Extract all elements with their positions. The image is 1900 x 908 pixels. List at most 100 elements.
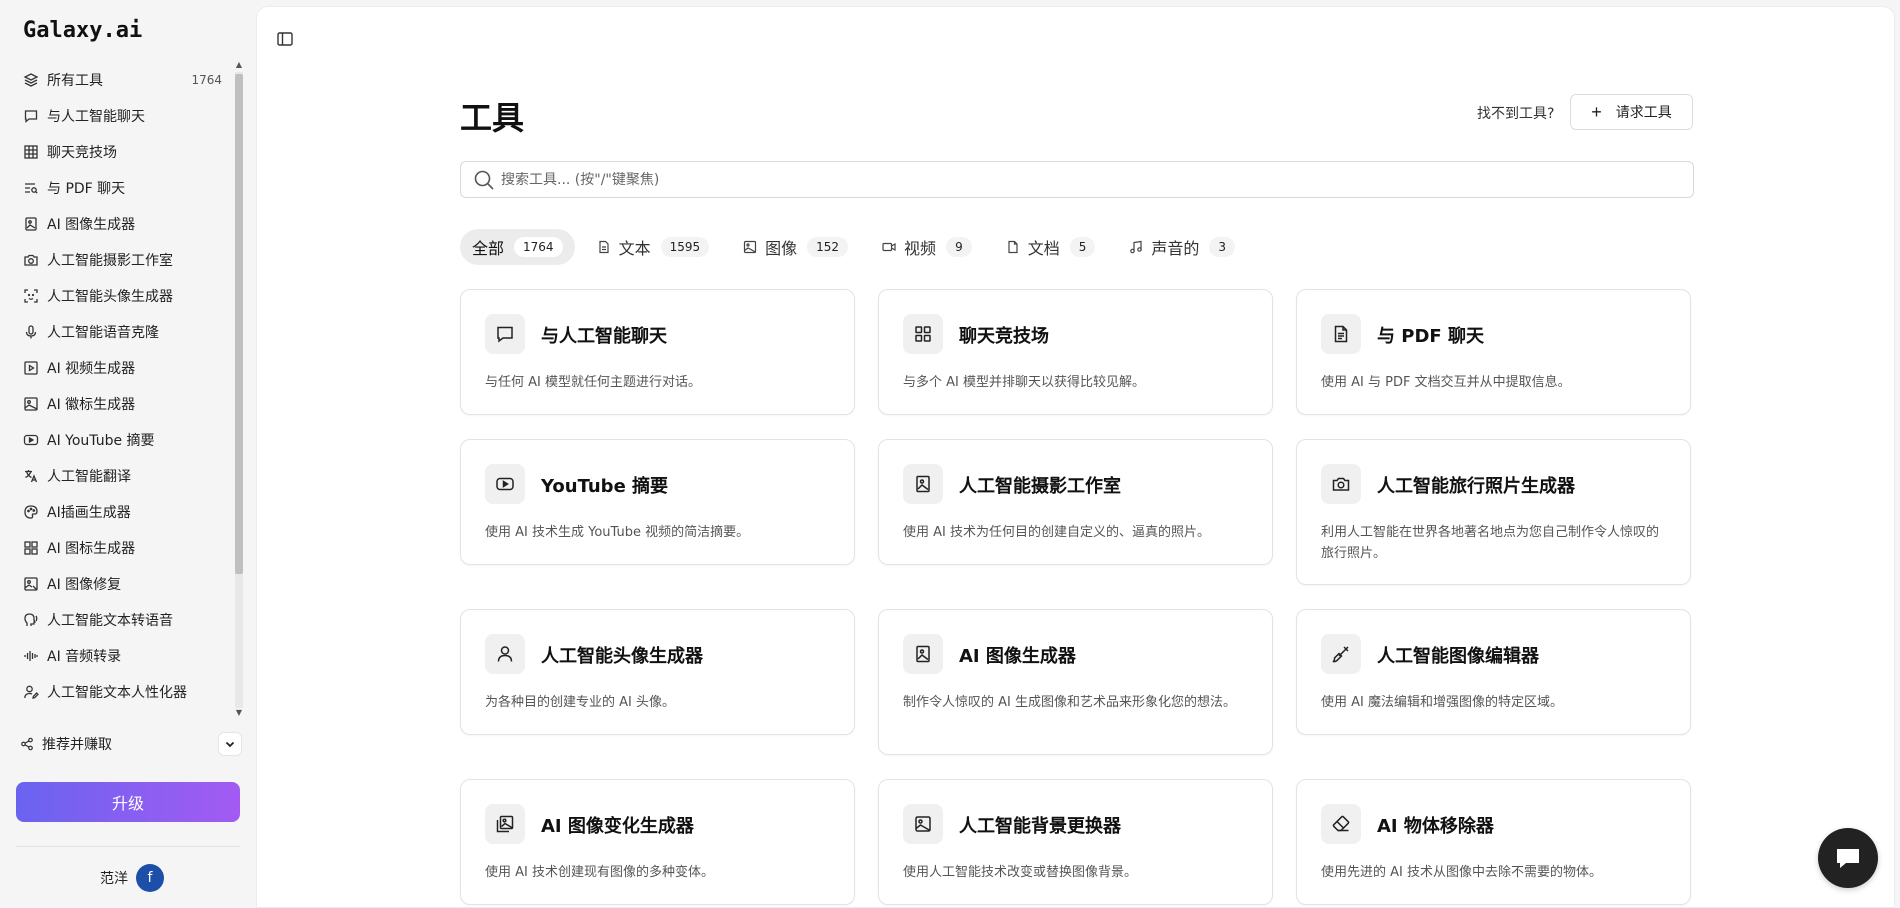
youtube-icon [23, 434, 39, 446]
image-repair-icon [24, 577, 38, 591]
sidebar-toggle-icon[interactable] [275, 29, 295, 49]
document-icon [598, 240, 609, 254]
palette-icon [24, 505, 38, 519]
image-icon [744, 240, 757, 254]
tool-card-background-changer[interactable]: 人工智能背景更换器 使用人工智能技术改变或替换图像背景。 [878, 779, 1273, 905]
sidebar-item-audio-transcribe[interactable]: AI 音频转录 [15, 638, 230, 674]
tab-all[interactable]: 全部 1764 [460, 229, 575, 265]
sidebar-nav: 所有工具 1764 与人工智能聊天 聊天竞技场 与 PDF 聊天 AI 图像生成… [15, 62, 230, 716]
search-bar[interactable] [460, 161, 1694, 198]
tab-count: 3 [1209, 237, 1236, 257]
referral-label: 推荐并赚取 [42, 737, 112, 753]
card-icon [1321, 314, 1361, 354]
tool-card-headshot[interactable]: 人工智能头像生成器 为各种目的创建专业的 AI 头像。 [460, 609, 855, 735]
sidebar-item-icon-generator[interactable]: AI 图标生成器 [15, 530, 230, 566]
avatar[interactable]: f [136, 864, 164, 892]
sidebar-item-translate[interactable]: 人工智能翻译 [15, 458, 230, 494]
tool-card-ai-chat[interactable]: 与人工智能聊天 与任何 AI 模型就任何主题进行对话。 [460, 289, 855, 415]
card-description: 利用人工智能在世界各地著名地点为您自己制作令人惊叹的旅行照片。 [1321, 525, 1660, 561]
translate-icon [25, 470, 38, 483]
card-description: 使用先进的 AI 技术从图像中去除不需要的物体。 [1321, 865, 1602, 880]
sidebar-item-image-generator[interactable]: AI 图像生成器 [15, 206, 230, 242]
chevron-down-icon [225, 741, 235, 748]
scroll-down-icon[interactable]: ▼ [235, 708, 243, 718]
sidebar-item-video-generator[interactable]: AI 视频生成器 [15, 350, 230, 386]
sidebar-item-pdf-chat[interactable]: 与 PDF 聊天 [15, 170, 230, 206]
plus-icon: + [1591, 102, 1602, 122]
tool-card-pdf-chat[interactable]: 与 PDF 聊天 使用 AI 与 PDF 文档交互并从中提取信息。 [1296, 289, 1691, 415]
sidebar-item-image-repair[interactable]: AI 图像修复 [15, 566, 230, 602]
sidebar-item-label: 人工智能语音克隆 [47, 325, 159, 341]
sidebar-item-text-to-speech[interactable]: 人工智能文本转语音 [15, 602, 230, 638]
card-icon [485, 634, 525, 674]
card-title: AI 图像变化生成器 [541, 816, 694, 837]
card-icon [903, 634, 943, 674]
tab-document[interactable]: 文档 5 [993, 229, 1108, 265]
card-title: 人工智能摄影工作室 [959, 476, 1121, 497]
tab-label: 文本 [618, 239, 651, 258]
sidebar-item-all-tools[interactable]: 所有工具 1764 [15, 62, 230, 98]
request-tool-button[interactable]: + 请求工具 [1570, 94, 1693, 130]
sidebar-item-label: AI 音频转录 [47, 649, 122, 665]
card-title: AI 图像生成器 [959, 646, 1076, 667]
user-profile[interactable]: 范洋 f [100, 864, 164, 892]
card-description: 制作令人惊叹的 AI 生成图像和艺术品来形象化您的想法。 [903, 695, 1236, 710]
layers-icon [23, 73, 39, 87]
tab-video[interactable]: 视频 9 [870, 229, 984, 265]
scroll-thumb[interactable] [235, 74, 243, 574]
camera-icon [24, 254, 38, 266]
eraser-icon [1332, 815, 1350, 832]
search-input[interactable] [501, 171, 1651, 188]
category-tabs: 全部 1764 文本 1595 图像 152 视频 9 文档 5 声音的 3 [460, 229, 1257, 265]
tab-image[interactable]: 图像 152 [731, 229, 861, 265]
sidebar-item-youtube-summary[interactable]: AI YouTube 摘要 [15, 422, 230, 458]
tool-card-image-editor[interactable]: 人工智能图像编辑器 使用 AI 魔法编辑和增强图像的特定区域。 [1296, 609, 1691, 735]
sidebar-item-chat-arena[interactable]: 聊天竞技场 [15, 134, 230, 170]
card-icon [485, 804, 525, 844]
tool-card-object-remover[interactable]: AI 物体移除器 使用先进的 AI 技术从图像中去除不需要的物体。 [1296, 779, 1691, 905]
tool-card-chat-arena[interactable]: 聊天竞技场 与多个 AI 模型并排聊天以获得比较见解。 [878, 289, 1273, 415]
tab-text[interactable]: 文本 1595 [584, 229, 722, 265]
tool-card-photo-studio[interactable]: 人工智能摄影工作室 使用 AI 技术为任何目的创建自定义的、逼真的照片。 [878, 439, 1273, 565]
app-logo[interactable]: Galaxy.ai [23, 18, 142, 43]
camera-icon [1332, 477, 1350, 491]
sidebar-item-label: 所有工具 [47, 73, 103, 89]
tab-count: 152 [807, 237, 849, 257]
tab-label: 视频 [904, 239, 937, 258]
tab-audio[interactable]: 声音的 3 [1117, 229, 1248, 265]
card-description: 使用 AI 与 PDF 文档交互并从中提取信息。 [1321, 375, 1571, 390]
sidebar-item-logo-generator[interactable]: AI 徽标生成器 [15, 386, 230, 422]
tool-card-travel-photo[interactable]: 人工智能旅行照片生成器 利用人工智能在世界各地著名地点为您自己制作令人惊叹的旅行… [1296, 439, 1691, 585]
sidebar-item-ai-chat[interactable]: 与人工智能聊天 [15, 98, 230, 134]
referral-link[interactable]: 推荐并赚取 [20, 732, 242, 756]
tab-count: 9 [946, 237, 972, 257]
card-description: 为各种目的创建专业的 AI 头像。 [485, 695, 675, 710]
sidebar-item-label: AI 图像生成器 [47, 217, 136, 233]
support-chat-button[interactable] [1818, 828, 1878, 888]
card-icon [903, 804, 943, 844]
tool-card-image-generator[interactable]: AI 图像生成器 制作令人惊叹的 AI 生成图像和艺术品来形象化您的想法。 [878, 609, 1273, 755]
sidebar-item-headshot[interactable]: 人工智能头像生成器 [15, 278, 230, 314]
tool-card-youtube-summary[interactable]: YouTube 摘要 使用 AI 技术生成 YouTube 视频的简洁摘要。 [460, 439, 855, 565]
tool-card-image-variation[interactable]: AI 图像变化生成器 使用 AI 技术创建现有图像的多种变体。 [460, 779, 855, 905]
tab-label: 文档 [1027, 239, 1060, 258]
sidebar-item-voice-clone[interactable]: 人工智能语音克隆 [15, 314, 230, 350]
referral-expand-button[interactable] [218, 732, 242, 756]
scroll-up-icon[interactable]: ▲ [235, 60, 243, 70]
user-icon [497, 646, 513, 662]
sidebar-item-illustration[interactable]: AI插画生成器 [15, 494, 230, 530]
sidebar-scrollbar[interactable]: ▲ ▼ [232, 58, 246, 722]
upgrade-button[interactable]: 升级 [16, 782, 240, 822]
sidebar-item-label: 人工智能翻译 [47, 469, 131, 485]
share-icon [21, 737, 33, 751]
card-description: 使用 AI 技术生成 YouTube 视频的简洁摘要。 [485, 525, 750, 540]
sidebar-item-text-humanizer[interactable]: 人工智能文本人性化器 [15, 674, 230, 710]
chat-bubble-icon [497, 326, 513, 343]
card-description: 使用人工智能技术改变或替换图像背景。 [903, 865, 1138, 880]
tab-label: 全部 [472, 239, 505, 258]
sidebar-item-label: 与 PDF 聊天 [47, 181, 126, 197]
sidebar-item-photo-studio[interactable]: 人工智能摄影工作室 [15, 242, 230, 278]
music-note-icon [1130, 240, 1143, 254]
brush-icon [1332, 646, 1349, 663]
sidebar-item-label: 人工智能摄影工作室 [47, 253, 173, 269]
